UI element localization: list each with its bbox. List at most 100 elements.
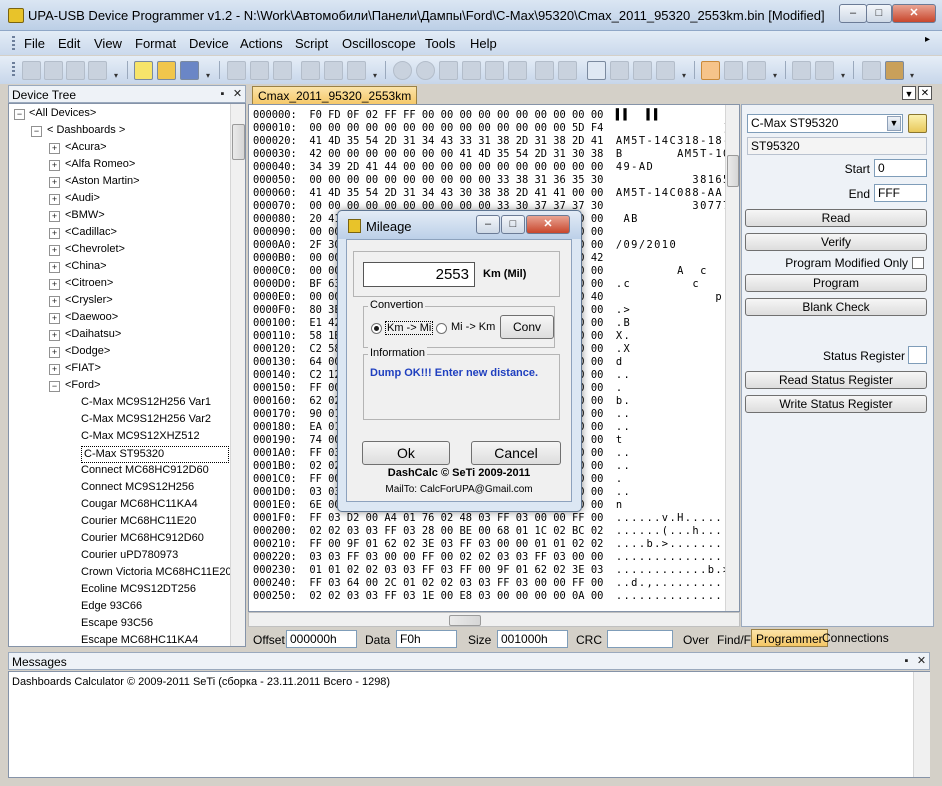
program-modified-only-checkbox[interactable] <box>912 257 924 269</box>
panel-close-icon[interactable]: ✕ <box>915 654 928 668</box>
hex-ascii[interactable]: ▌▌ ▌▌ <box>616 109 739 121</box>
hex-ascii[interactable]: .. <box>616 369 739 381</box>
maximize-button[interactable]: □ <box>866 4 892 23</box>
pin-icon[interactable]: ▪ <box>900 654 913 668</box>
hex-ascii[interactable]: ................ <box>616 590 739 602</box>
menu-tools[interactable]: Tools <box>425 36 455 51</box>
tree-node-brand[interactable]: <Dodge> <box>65 344 110 359</box>
dialog-title-bar[interactable]: Mileage – □ ✕ <box>338 211 581 239</box>
hex-ascii[interactable] <box>616 226 739 238</box>
refresh-icon[interactable] <box>656 61 675 80</box>
tree-node-brand[interactable]: <Citroen> <box>65 276 113 291</box>
cut-icon[interactable] <box>22 61 41 80</box>
tree-leaf-device[interactable]: Crown Victoria MC68HC11E20 <box>81 565 232 580</box>
save-icon[interactable] <box>180 61 199 80</box>
hex-ascii[interactable]: d <box>616 356 739 368</box>
hex-ascii[interactable]: p @ <box>616 291 739 303</box>
hex-row[interactable]: 000250: 02 02 03 03 FF 03 1E 00 E8 03 00… <box>253 590 738 603</box>
offset-field[interactable]: 000000h <box>286 630 357 648</box>
expand-icon[interactable]: + <box>49 364 60 375</box>
grid-icon[interactable] <box>633 61 652 80</box>
hex-row[interactable]: 000060: 41 4D 35 54 2D 31 34 43 30 38 38… <box>253 187 738 200</box>
read-status-register-button[interactable]: Read Status Register <box>745 371 927 389</box>
messages-scrollbar[interactable] <box>913 672 930 777</box>
hex-ascii[interactable]: .c c <box>616 278 739 290</box>
hex-row[interactable]: 000220: 03 03 FF 03 00 00 FF 00 02 02 03… <box>253 551 738 564</box>
hex-bytes[interactable]: 42 00 00 00 00 00 00 00 41 4D 35 54 2D 3… <box>309 148 603 160</box>
tree-node-all-devices[interactable]: <All Devices> <box>29 106 96 121</box>
menu-edit[interactable]: Edit <box>58 36 80 51</box>
menu-actions[interactable]: Actions <box>240 36 283 51</box>
hex-row[interactable]: 000030: 42 00 00 00 00 00 00 00 41 4D 35… <box>253 148 738 161</box>
tree-node-brand[interactable]: <Crysler> <box>65 293 113 308</box>
crc-field[interactable] <box>607 630 673 648</box>
expand-icon[interactable]: + <box>49 143 60 154</box>
document-icon[interactable] <box>587 61 606 80</box>
menu-file[interactable]: File <box>24 36 45 51</box>
hex-ascii[interactable]: ]. <box>616 122 739 134</box>
hex-ascii[interactable]: 307770 <box>616 200 739 212</box>
hex-row[interactable]: 000000: F0 FD 0F 02 FF FF 00 00 00 00 00… <box>253 109 738 122</box>
minimize-button[interactable]: – <box>839 4 867 23</box>
hex-row[interactable]: 000050: 00 00 00 00 00 00 00 00 00 00 33… <box>253 174 738 187</box>
write-status-register-button[interactable]: Write Status Register <box>745 395 927 413</box>
dialog-maximize-button[interactable]: □ <box>501 215 525 234</box>
tree-node-brand[interactable]: <Aston Martin> <box>65 174 140 189</box>
expand-icon[interactable]: + <box>49 211 60 222</box>
hex-ascii[interactable]: ..d.,........... <box>616 577 739 589</box>
collapse-icon[interactable]: − <box>49 381 60 392</box>
underline-icon[interactable] <box>273 61 292 80</box>
expand-icon[interactable]: + <box>49 330 60 341</box>
tree-node-ford[interactable]: <Ford> <box>65 378 100 393</box>
tree-node-brand[interactable]: <Acura> <box>65 140 107 155</box>
program-button[interactable]: Program <box>745 274 927 292</box>
hex-ascii[interactable]: ................ <box>616 551 739 563</box>
menu-oscilloscope[interactable]: Oscilloscope <box>342 36 416 51</box>
tree-scrollbar[interactable] <box>230 104 245 646</box>
data-field[interactable]: F0h <box>396 630 457 648</box>
radio-km-to-mi[interactable] <box>371 323 382 334</box>
hex-bytes[interactable]: 41 4D 35 54 2D 31 34 43 33 31 38 2D 31 3… <box>309 135 603 147</box>
toolbar-grip[interactable] <box>12 62 15 78</box>
verify-button[interactable]: Verify <box>745 233 927 251</box>
align-right-icon[interactable] <box>347 61 366 80</box>
tree-node-brand[interactable]: <China> <box>65 259 107 274</box>
hex-bytes[interactable]: 00 00 00 00 00 00 00 00 00 00 00 00 00 0… <box>309 122 603 134</box>
tree-node-brand[interactable]: <Daewoo> <box>65 310 118 325</box>
tools-icon[interactable] <box>885 61 904 80</box>
menubar-grip[interactable] <box>12 36 15 50</box>
hex-bytes[interactable]: 01 01 02 02 03 03 FF 03 FF 00 9F 01 62 0… <box>309 564 603 576</box>
hex-bytes[interactable]: F0 FD 0F 02 FF FF 00 00 00 00 00 00 00 0… <box>309 109 603 121</box>
menu-device[interactable]: Device <box>189 36 229 51</box>
tree-node-brand[interactable]: <Cadillac> <box>65 225 117 240</box>
tree-leaf-device[interactable]: Escape MC68HC11KA4 <box>81 633 198 646</box>
close-button[interactable]: ✕ <box>892 4 936 23</box>
tab-programmer[interactable]: Programmer <box>751 629 828 647</box>
expand-icon[interactable]: + <box>49 279 60 290</box>
paste-icon[interactable] <box>66 61 85 80</box>
hex-row[interactable]: 000020: 41 4D 35 54 2D 31 34 43 33 31 38… <box>253 135 738 148</box>
hex-ascii[interactable]: .X <box>616 343 739 355</box>
tree-node-brand[interactable]: <Alfa Romeo> <box>65 157 135 172</box>
radio-mi-to-km[interactable] <box>436 323 447 334</box>
hex-ascii[interactable]: /09/2010 <box>616 239 739 251</box>
size-field[interactable]: 001000h <box>497 630 568 648</box>
open-folder-icon[interactable] <box>157 61 176 80</box>
delete-icon[interactable] <box>508 61 527 80</box>
find-icon[interactable] <box>535 61 554 80</box>
expand-icon[interactable]: + <box>49 177 60 188</box>
hex-ascii[interactable]: .. <box>616 460 739 472</box>
chevron-down-icon[interactable]: ▼ <box>887 116 901 131</box>
scissors-icon[interactable] <box>439 61 458 80</box>
tree-leaf-device[interactable]: Connect MC68HC912D60 <box>81 463 209 478</box>
hex-bytes[interactable]: FF 03 64 00 2C 01 02 02 03 03 FF 03 00 0… <box>309 577 603 589</box>
hex-ascii[interactable]: AM5T-14C318-18-A <box>616 135 739 147</box>
radio-mi-to-km-label[interactable]: Mi -> Km <box>451 321 495 333</box>
hex-ascii[interactable]: ......v.H....... <box>616 512 739 524</box>
mileage-input[interactable]: 2553 <box>363 262 475 287</box>
blank-check-button[interactable]: Blank Check <box>745 298 927 316</box>
dialog-close-button[interactable]: ✕ <box>526 215 570 234</box>
tree-node-brand[interactable]: <FIAT> <box>65 361 101 376</box>
hex-row[interactable]: 000230: 01 01 02 02 03 03 FF 03 FF 00 9F… <box>253 564 738 577</box>
hex-ascii[interactable]: .. <box>616 447 739 459</box>
